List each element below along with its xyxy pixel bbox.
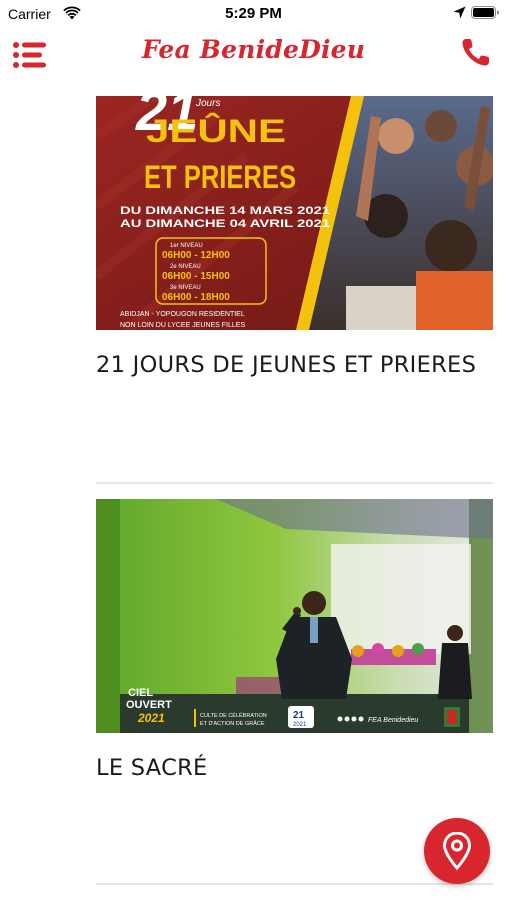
poster-level-hours: 06H00 - 18H00	[162, 292, 230, 303]
post-divider	[96, 883, 493, 885]
poster-days-suffix: Jours	[195, 98, 220, 109]
app-header: Fea BenideDieu	[0, 28, 507, 88]
post-card[interactable]: CIEL OUVERT 2021 CULTE DE CÉLÉBRATION ET…	[96, 499, 493, 781]
poster-logo-line-2: OUVERT	[126, 699, 172, 711]
poster-date-2: AU DIMANCHE 04 AVRIL 2021	[120, 218, 330, 230]
poster-caption-2: ET D'ACTION DE GRÂCE	[200, 720, 265, 727]
post-title[interactable]: LE SACRÉ	[96, 755, 493, 781]
poster-location-1: ABIDJAN - YOPOUGON RESIDENTIEL	[120, 311, 245, 318]
poster-level-hours: 06H00 - 12H00	[162, 250, 230, 261]
post-image-le-sacre[interactable]: CIEL OUVERT 2021 CULTE DE CÉLÉBRATION ET…	[96, 499, 493, 733]
status-bar: Carrier 5:29 PM	[0, 0, 507, 28]
poster-date-year: 2021	[293, 722, 307, 728]
brand-logo: Fea BenideDieu	[141, 35, 366, 64]
poster-heading-1: JEÛNE	[146, 113, 286, 149]
poster-level-label: 2e NIVEAU	[170, 264, 201, 270]
poster-date-1: DU DIMANCHE 14 MARS 2021	[120, 205, 330, 217]
post-divider	[96, 482, 493, 484]
call-button[interactable]	[457, 35, 493, 71]
poster-logo-year: 2021	[137, 711, 165, 725]
post-title[interactable]: 21 JOURS DE JEUNES ET PRIERES	[96, 352, 493, 378]
poster-logo-line-1: CIEL	[128, 687, 153, 699]
poster-level-label: 3e NIVEAU	[170, 285, 201, 291]
poster-level-hours: 06H00 - 15H00	[162, 271, 230, 282]
location-fab-button[interactable]	[424, 818, 490, 884]
location-arrow-icon	[453, 6, 466, 19]
post-image-jeune[interactable]: 21 Jours JEÛNE ET PRIERES DU DIMANCHE 14…	[96, 96, 493, 330]
poster-caption-1: CULTE DE CÉLÉBRATION	[200, 712, 267, 719]
poster-level-label: 1er NIVEAU	[170, 243, 203, 249]
poster-location-2: NON LOIN DU LYCEE JEUNES FILLES	[120, 322, 245, 329]
poster-date-day: 21	[293, 710, 305, 721]
map-pin-icon	[443, 832, 471, 870]
poster-handle: FEA Benidedieu	[368, 717, 418, 724]
post-card[interactable]: 21 Jours JEÛNE ET PRIERES DU DIMANCHE 14…	[96, 96, 493, 378]
phone-icon	[462, 39, 489, 66]
battery-icon	[471, 6, 499, 19]
poster-heading-2: ET PRIERES	[144, 159, 296, 195]
clock: 5:29 PM	[225, 5, 282, 22]
